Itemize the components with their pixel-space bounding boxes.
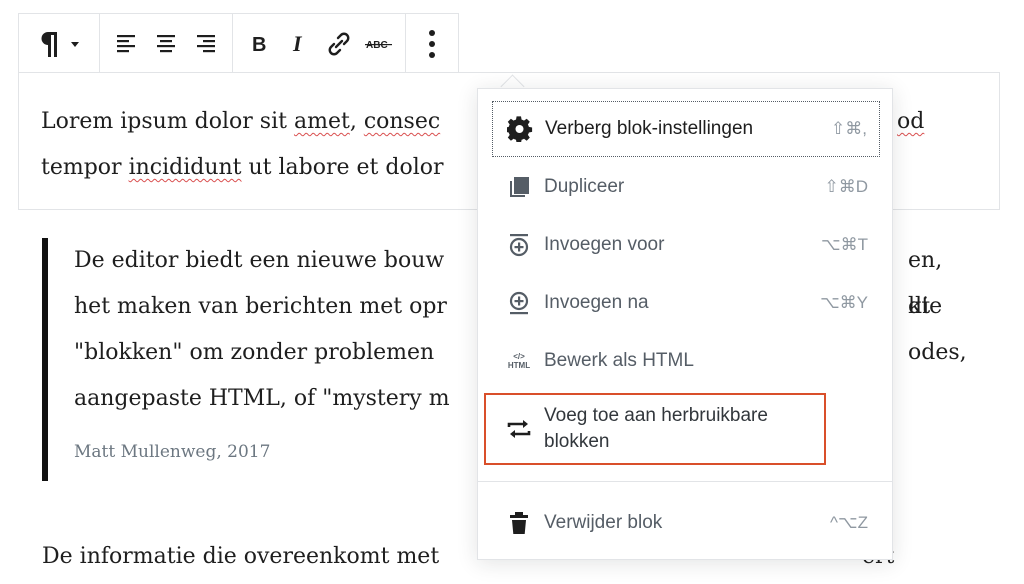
formatting-group: B I ABC xyxy=(233,14,406,73)
menu-item-label: Invoegen voor xyxy=(544,234,665,255)
misspelled-word: od xyxy=(897,109,925,134)
menu-item-label: Verwijder blok xyxy=(544,512,663,533)
gear-icon xyxy=(507,116,533,142)
vertical-ellipsis-icon xyxy=(429,29,435,58)
chevron-down-icon xyxy=(71,41,79,47)
reusable-block-icon xyxy=(506,416,532,442)
align-right-icon xyxy=(197,34,215,52)
bold-icon: B xyxy=(252,34,266,56)
duplicate-item[interactable]: Dupliceer ⇧⌘D xyxy=(492,159,880,215)
shortcut-label: ⇧⌘, xyxy=(831,119,867,138)
paragraph-text: Lorem ipsum dolor sit xyxy=(41,109,294,134)
align-center-icon xyxy=(157,34,175,52)
shortcut-label: ⌥⌘Y xyxy=(820,293,868,312)
paragraph-text: ut labore et dolor xyxy=(241,155,444,180)
paragraph-transform-button[interactable] xyxy=(25,14,93,73)
insert-after-icon xyxy=(506,290,532,316)
menu-item-label: Verberg blok-instellingen xyxy=(545,118,754,139)
html-icon: </> HTML xyxy=(507,352,531,370)
align-center-button[interactable] xyxy=(146,14,186,73)
menu-item-label: Invoegen na xyxy=(544,292,649,313)
link-button[interactable] xyxy=(319,14,359,73)
menu-item-label: Voeg toe aan herbruikbare blokken xyxy=(544,405,768,452)
paragraph-text: tempor xyxy=(41,155,129,180)
align-left-icon xyxy=(117,34,135,52)
svg-text:B: B xyxy=(252,34,266,56)
more-options-group xyxy=(406,14,458,73)
svg-text:I: I xyxy=(292,32,303,56)
delete-block-item[interactable]: Verwijder blok ^⌥Z xyxy=(492,495,880,551)
edit-as-html-item[interactable]: </> HTML Bewerk als HTML xyxy=(492,333,880,389)
block-switcher-group xyxy=(19,14,100,73)
misspelled-word: consec xyxy=(363,109,441,134)
paragraph-text: , xyxy=(349,109,364,134)
insert-before-item[interactable]: Invoegen voor ⌥⌘T xyxy=(492,217,880,273)
bold-button[interactable]: B xyxy=(239,14,279,73)
paragraph-block-2[interactable]: De informatie die overeenkomt met ert xyxy=(42,537,894,577)
align-right-button[interactable] xyxy=(186,14,226,73)
insert-after-item[interactable]: Invoegen na ⌥⌘Y xyxy=(492,275,880,331)
hide-block-settings-item[interactable]: Verberg blok-instellingen ⇧⌘, xyxy=(492,101,880,157)
menu-separator xyxy=(478,481,892,482)
pilcrow-icon xyxy=(41,31,79,57)
more-options-button[interactable] xyxy=(412,14,452,73)
shortcut-label: ⇧⌘D xyxy=(824,177,868,196)
link-icon xyxy=(328,32,350,55)
shortcut-label: ^⌥Z xyxy=(830,513,868,532)
misspelled-word: amet xyxy=(293,109,350,134)
trash-icon xyxy=(506,510,532,536)
shortcut-label: ⌥⌘T xyxy=(821,235,868,254)
alignment-group xyxy=(100,14,233,73)
svg-text:ABC: ABC xyxy=(366,40,388,51)
italic-icon: I xyxy=(292,32,303,56)
strikethrough-button[interactable]: ABC xyxy=(359,14,399,73)
misspelled-word: incididunt xyxy=(128,155,242,180)
duplicate-icon xyxy=(506,174,532,200)
strikethrough-icon: ABC xyxy=(365,40,392,51)
menu-item-label: Bewerk als HTML xyxy=(544,350,694,371)
paragraph-text: De informatie die overeenkomt met xyxy=(42,544,440,569)
block-settings-menu: Verberg blok-instellingen ⇧⌘, Dupliceer … xyxy=(477,88,893,560)
block-toolbar: B I ABC xyxy=(18,13,459,73)
italic-button[interactable]: I xyxy=(279,14,319,73)
insert-before-icon xyxy=(506,232,532,258)
menu-item-label: Dupliceer xyxy=(544,176,625,197)
align-left-button[interactable] xyxy=(106,14,146,73)
add-to-reusable-blocks-item[interactable]: Voeg toe aan herbruikbare blokken xyxy=(484,393,826,465)
